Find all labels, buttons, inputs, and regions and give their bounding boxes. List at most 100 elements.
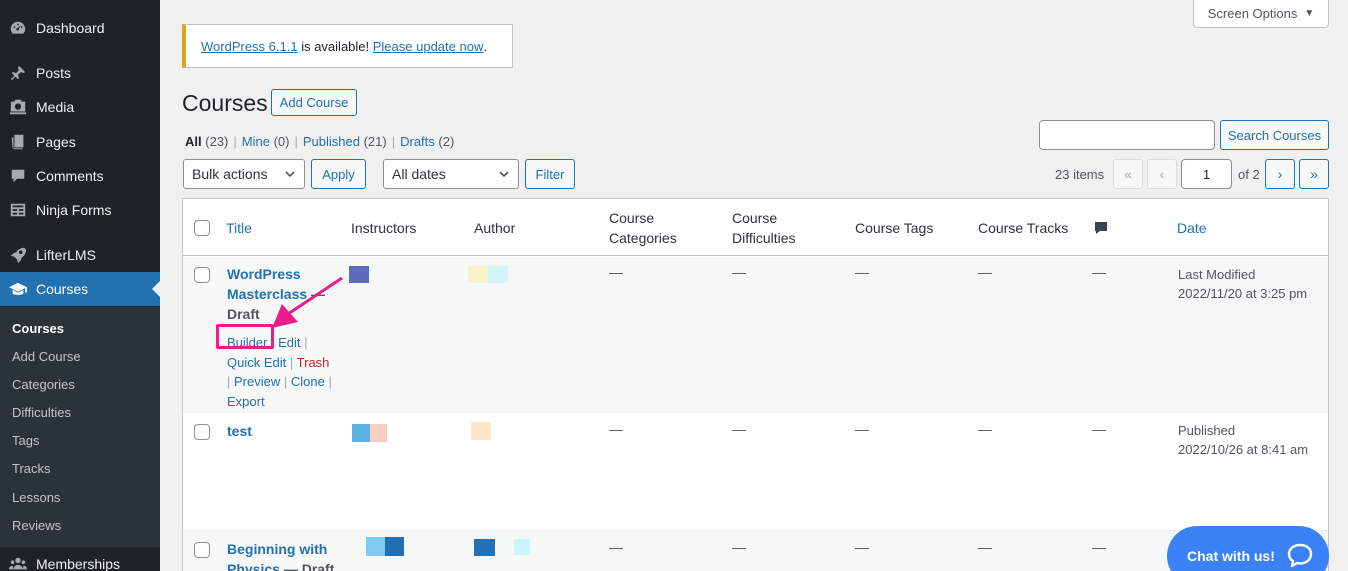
separator: |: [227, 374, 231, 389]
column-course-difficulties: Course Difficulties: [732, 210, 796, 246]
instructor-avatar[interactable]: [352, 424, 372, 442]
page-title: Courses: [182, 90, 268, 116]
sidebar-item-memberships[interactable]: Memberships: [0, 547, 160, 571]
table-row: test — — — — — Published 2022/10/26 at 8…: [183, 413, 1328, 531]
update-now-link[interactable]: Please update now: [373, 39, 484, 54]
clone-link[interactable]: Clone: [291, 374, 325, 389]
author-avatar[interactable]: [514, 539, 530, 555]
course-title-link[interactable]: test: [227, 421, 252, 441]
course-state: — Draft: [279, 561, 335, 571]
dashboard-icon: [8, 18, 28, 38]
view-all-count: (23): [205, 134, 229, 149]
items-count: 23 items: [1055, 167, 1105, 182]
submenu-item-tracks[interactable]: Tracks: [12, 461, 51, 476]
course-title-link[interactable]: WordPress Masterclass — Draft: [227, 264, 327, 324]
author-avatar[interactable]: [471, 422, 491, 440]
column-title[interactable]: Title: [226, 218, 252, 238]
screen-options-button[interactable]: Screen Options ▼: [1193, 0, 1329, 28]
table-header: Title Instructors Author Course Categori…: [183, 199, 1328, 256]
view-all-link[interactable]: All: [185, 134, 202, 149]
preview-link[interactable]: Preview: [234, 374, 280, 389]
view-drafts-link[interactable]: Drafts: [400, 134, 435, 149]
current-page-input[interactable]: 1: [1181, 159, 1232, 189]
sidebar-item-dashboard[interactable]: Dashboard: [0, 11, 160, 45]
bulk-actions-value: Bulk actions: [192, 166, 268, 182]
chat-widget-button[interactable]: Chat with us!: [1167, 526, 1329, 571]
submenu-item-add-course[interactable]: Add Course: [12, 349, 81, 364]
author-avatar[interactable]: [488, 266, 508, 283]
sidebar-item-comments[interactable]: Comments: [0, 159, 160, 193]
builder-link[interactable]: Builder: [227, 335, 267, 350]
sidebar-item-media[interactable]: Media: [0, 90, 160, 124]
media-icon: [8, 97, 28, 117]
course-title-link[interactable]: Beginning with Physics — Draft: [227, 539, 337, 571]
prev-page-button: ‹: [1147, 159, 1177, 189]
instructor-avatar[interactable]: [366, 537, 385, 556]
view-mine-link[interactable]: Mine: [242, 134, 270, 149]
search-input[interactable]: [1039, 120, 1215, 150]
notice-text: is available!: [297, 38, 373, 54]
instructor-avatar[interactable]: [385, 537, 404, 556]
sidebar-item-posts[interactable]: Posts: [0, 56, 160, 90]
quick-edit-link[interactable]: Quick Edit: [227, 355, 286, 370]
caret-down-icon: ▼: [1304, 8, 1315, 19]
cell-comments: —: [1092, 539, 1106, 555]
sidebar-item-ninja-forms[interactable]: Ninja Forms: [0, 193, 160, 227]
rocket-icon: [8, 245, 28, 265]
table-row: WordPress Masterclass — Draft Builder | …: [183, 257, 1328, 413]
apply-button[interactable]: Apply: [311, 159, 366, 189]
cell-tracks: —: [978, 539, 992, 555]
last-page-button[interactable]: »: [1299, 159, 1329, 189]
search-courses-button[interactable]: Search Courses: [1220, 120, 1329, 150]
row-checkbox[interactable]: [194, 267, 210, 283]
edit-link[interactable]: Edit: [278, 335, 300, 350]
separator: |: [289, 354, 294, 370]
separator: |: [294, 134, 298, 149]
date-filter-select[interactable]: All dates: [383, 159, 519, 189]
author-avatar[interactable]: [468, 266, 488, 283]
view-drafts-count: (2): [438, 134, 455, 149]
bulk-actions-select[interactable]: Bulk actions: [183, 159, 305, 189]
cell-categories: —: [609, 539, 623, 555]
group-icon: [8, 554, 28, 571]
wordpress-version-link[interactable]: WordPress 6.1.1: [201, 39, 298, 54]
notice-period: .: [483, 38, 487, 54]
sidebar-item-label: LifterLMS: [36, 247, 96, 263]
column-course-tags: Course Tags: [855, 220, 934, 236]
screen-options-label: Screen Options: [1207, 6, 1298, 21]
view-published-link[interactable]: Published: [303, 134, 360, 149]
submenu-item-courses[interactable]: Courses: [12, 321, 64, 336]
author-avatar[interactable]: [474, 539, 495, 556]
select-all-checkbox[interactable]: [194, 220, 210, 236]
column-date[interactable]: Date: [1177, 218, 1207, 238]
filter-button[interactable]: Filter: [525, 159, 575, 189]
next-page-button[interactable]: ›: [1265, 159, 1295, 189]
instructor-avatar[interactable]: [349, 266, 369, 283]
pin-icon: [8, 63, 28, 83]
comment-bubble-icon: [1095, 222, 1107, 234]
sidebar-item-label: Memberships: [36, 556, 121, 571]
column-instructors: Instructors: [351, 220, 417, 236]
export-link[interactable]: Export: [227, 394, 265, 409]
cell-tags: —: [855, 421, 869, 437]
sidebar-item-lifterlms[interactable]: LifterLMS: [0, 238, 160, 272]
table-row: Beginning with Physics — Draft — — — — —: [183, 531, 1328, 571]
column-course-categories: Course Categories: [609, 210, 677, 246]
admin-sidebar: Dashboard Posts Media Pages Comments Nin…: [0, 0, 160, 571]
submenu-item-categories[interactable]: Categories: [12, 377, 75, 392]
submenu-item-tags[interactable]: Tags: [12, 433, 39, 448]
row-checkbox[interactable]: [194, 542, 210, 558]
add-course-button[interactable]: Add Course: [271, 89, 357, 116]
sidebar-item-pages[interactable]: Pages: [0, 125, 160, 159]
view-published-count: (21): [363, 134, 387, 149]
course-title: WordPress Masterclass: [227, 266, 308, 302]
sidebar-item-courses[interactable]: Courses: [0, 272, 160, 306]
submenu-item-lessons[interactable]: Lessons: [12, 490, 60, 505]
submenu-item-reviews[interactable]: Reviews: [12, 518, 61, 533]
trash-link[interactable]: Trash: [297, 355, 330, 370]
instructor-avatar[interactable]: [370, 424, 387, 442]
cell-date: Last Modified 2022/11/20 at 3:25 pm: [1178, 265, 1307, 303]
graduation-cap-icon: [8, 279, 28, 299]
submenu-item-difficulties[interactable]: Difficulties: [12, 405, 71, 420]
row-checkbox[interactable]: [194, 424, 210, 440]
